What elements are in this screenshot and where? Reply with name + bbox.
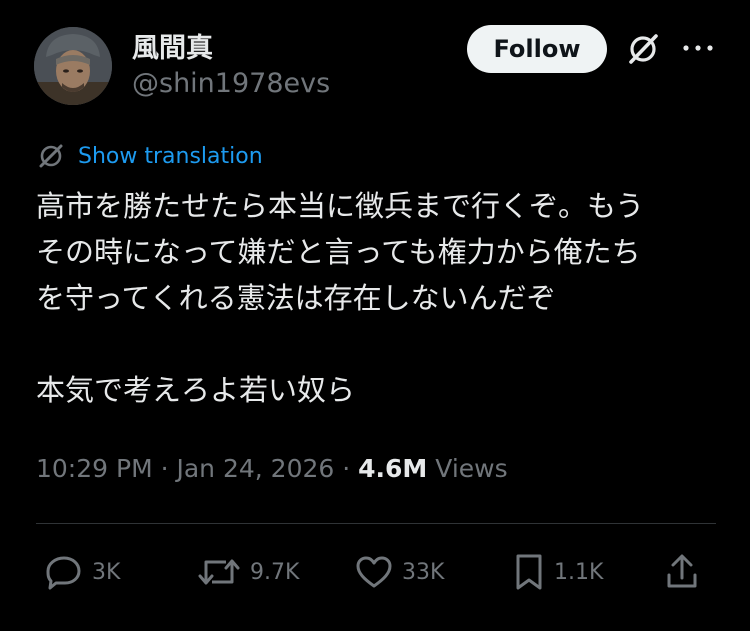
share-button[interactable] [664,552,700,592]
repost-count: 9.7K [250,559,300,585]
views-count[interactable]: 4.6M [358,454,427,483]
tweet-line: 本気で考えろよ若い奴ら [36,373,356,407]
bookmark-icon [516,554,542,590]
user-handle[interactable]: @shin1978evs [132,68,330,99]
avatar-image [34,27,112,105]
repost-icon [198,559,240,585]
tweet-line: その時になって嫌だと言っても権力から俺たち [36,235,641,269]
meta-separator: · [152,454,177,483]
divider [36,523,716,524]
display-name[interactable]: 風間真 [132,26,213,65]
views-label: Views [435,454,508,483]
show-translation[interactable]: Show translation [36,140,263,172]
avatar[interactable] [34,27,112,105]
bookmark-button[interactable]: 1.1K [512,552,603,592]
like-button[interactable]: 33K [354,552,444,592]
bookmark-count: 1.1K [554,559,604,585]
follow-button[interactable]: Follow [467,25,607,73]
share-icon [667,554,697,588]
tweet-text: 高市を勝たせたら本当に徴兵まで行くぞ。もう その時になって嫌だと言っても権力から… [36,183,726,413]
tweet-date[interactable]: Jan 24, 2026 [176,454,334,483]
meta-separator: · [334,454,359,483]
tweet-meta: 10:29 PM · Jan 24, 2026 · 4.6M Views [36,454,508,483]
tweet-line: 高市を勝たせたら本当に徴兵まで行くぞ。もう [36,189,645,223]
tweet-line: を守ってくれる憲法は存在しないんだぞ [36,281,556,315]
reply-button[interactable]: 3K [44,552,120,592]
repost-button[interactable]: 9.7K [196,552,299,592]
like-count: 33K [402,559,445,585]
grok-icon[interactable] [624,30,662,68]
grok-icon [39,144,63,168]
show-translation-link[interactable]: Show translation [78,144,263,169]
more-icon[interactable] [680,38,716,58]
heart-icon [356,556,392,588]
reply-count: 3K [92,559,121,585]
tweet-time[interactable]: 10:29 PM [36,454,153,483]
tweet-line-blank [36,321,726,367]
reply-icon [46,556,81,590]
